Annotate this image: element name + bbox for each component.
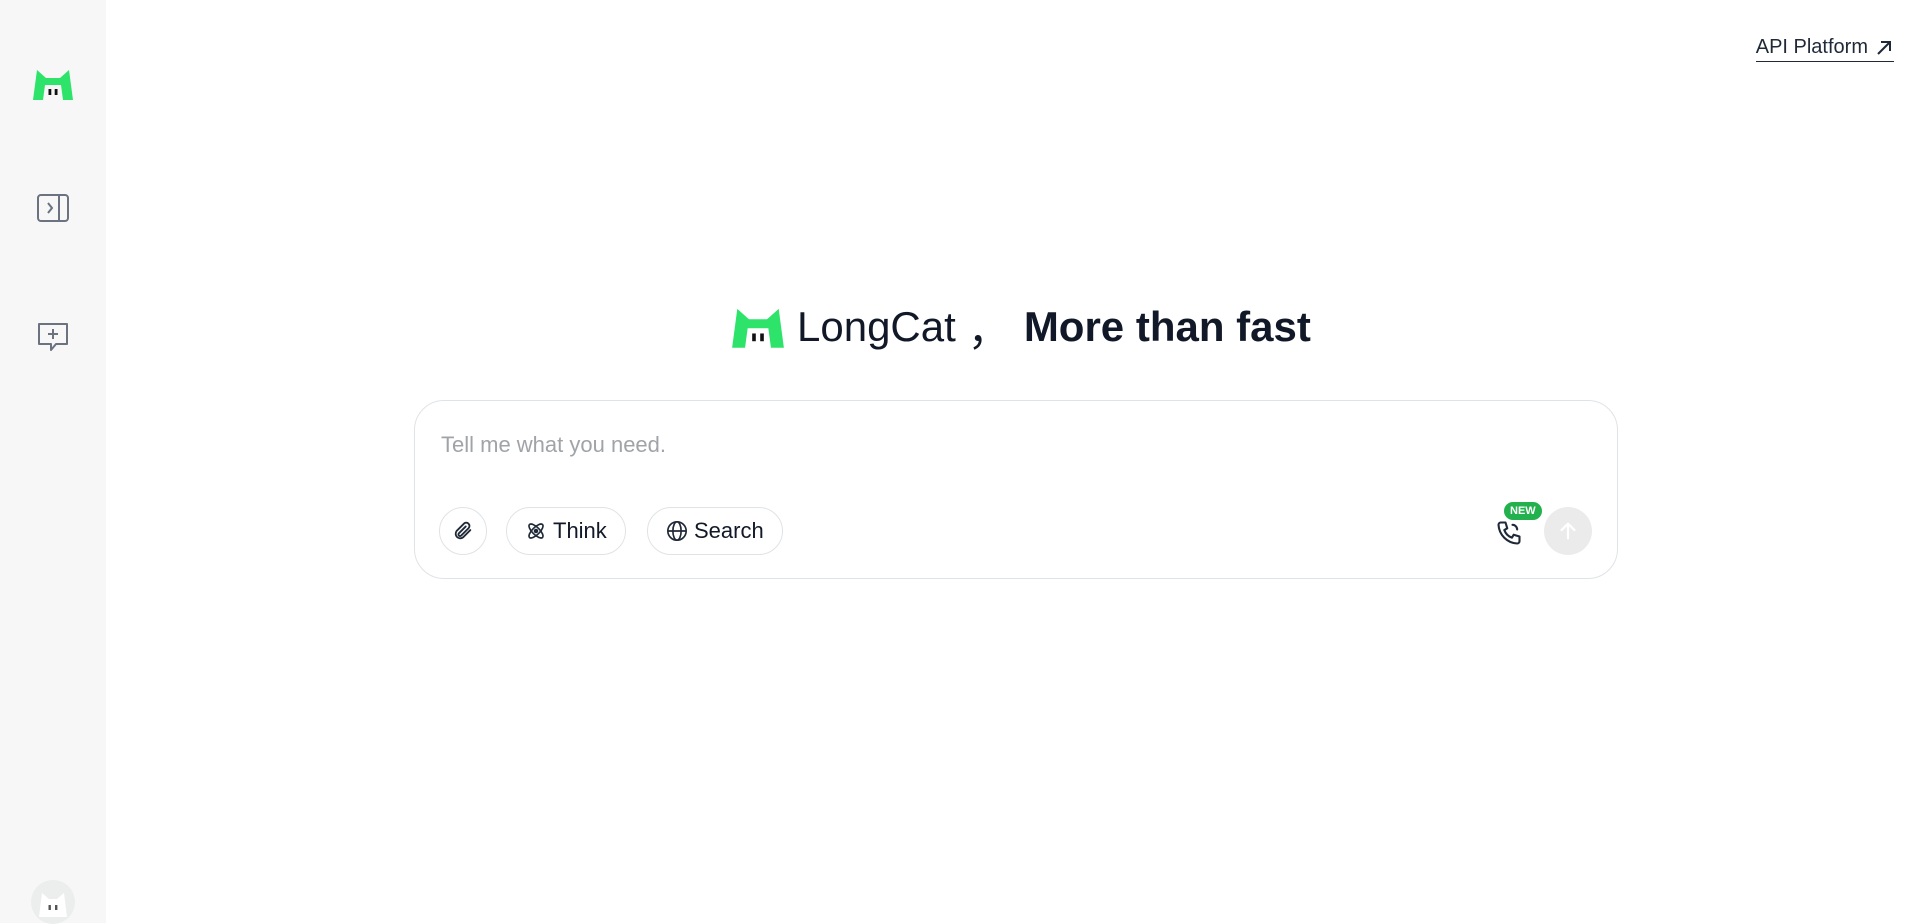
paperclip-icon <box>454 521 472 540</box>
prompt-input[interactable] <box>439 427 1543 463</box>
send-button[interactable] <box>1544 507 1592 555</box>
longcat-logo-icon[interactable] <box>31 67 75 101</box>
hero-headline: LongCat ， More than fast <box>729 300 1311 354</box>
search-label: Search <box>694 518 764 543</box>
api-platform-label: API Platform <box>1755 36 1868 58</box>
voice-call-button[interactable] <box>1491 515 1527 551</box>
attach-button[interactable] <box>439 507 487 555</box>
brand-name: LongCat <box>797 303 956 350</box>
headline-separator: ， <box>967 306 1010 354</box>
api-platform-link[interactable]: API Platform <box>1755 36 1894 62</box>
atom-icon <box>528 523 544 539</box>
new-badge: NEW <box>1504 502 1542 520</box>
search-toggle[interactable]: Search <box>647 507 783 555</box>
phone-icon <box>1497 521 1521 545</box>
new-chat-icon <box>38 323 68 351</box>
cat-avatar-icon <box>39 893 67 917</box>
new-chat-button[interactable] <box>29 313 77 361</box>
longcat-logo-icon <box>732 308 784 348</box>
chat-composer: Think Search NEW <box>414 400 1618 579</box>
external-arrow-icon <box>1877 40 1891 55</box>
think-label: Think <box>553 518 607 543</box>
sidebar-expand-icon <box>37 194 69 222</box>
globe-icon <box>667 521 687 541</box>
sidebar <box>0 0 106 924</box>
user-avatar[interactable] <box>31 880 75 924</box>
slogan: More than fast <box>1023 303 1311 350</box>
arrow-up-icon <box>1560 522 1576 540</box>
think-toggle[interactable]: Think <box>506 507 626 555</box>
sidebar-expand-button[interactable] <box>29 184 77 232</box>
